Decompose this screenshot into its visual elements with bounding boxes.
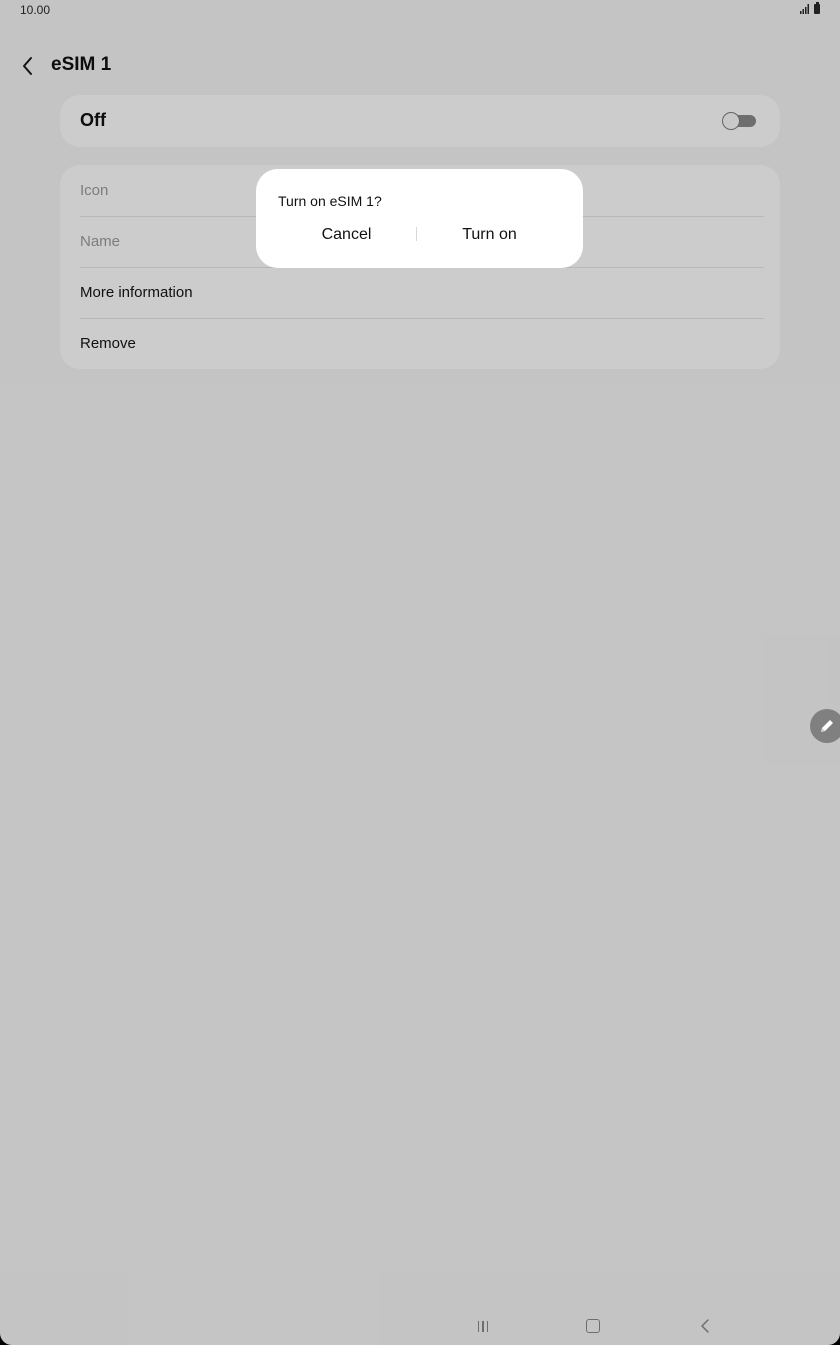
dialog-button-divider (416, 227, 417, 241)
turn-on-button[interactable]: Turn on (419, 223, 560, 247)
dialog-title: Turn on eSIM 1? (278, 193, 382, 209)
floating-pen-button[interactable] (810, 709, 840, 743)
turn-on-esim-dialog: Turn on eSIM 1? Cancel Turn on (256, 169, 583, 268)
cancel-button[interactable]: Cancel (276, 223, 417, 247)
pencil-icon (821, 720, 833, 732)
screen: 10.00 eSIM 1 Off Icon Name More informat… (0, 0, 840, 1345)
